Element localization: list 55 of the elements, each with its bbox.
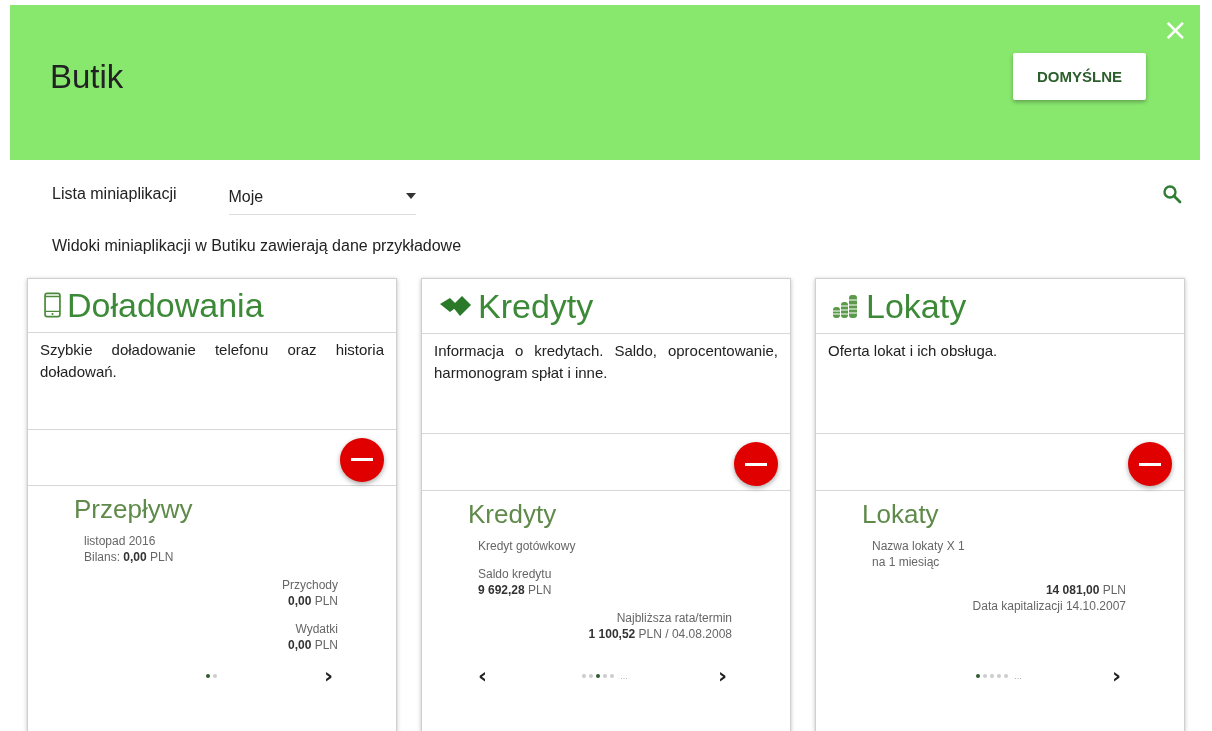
card-title: Kredyty: [478, 286, 594, 326]
page-title: Butik: [50, 57, 124, 96]
preview-text: Najbliższa rata/termin: [615, 610, 732, 626]
more-text: ...: [1014, 671, 1022, 681]
remove-button[interactable]: [734, 442, 778, 486]
search-icon[interactable]: [1162, 183, 1182, 204]
preview-text: Przychody: [280, 577, 338, 593]
page-dot[interactable]: [1004, 674, 1009, 678]
page-dot[interactable]: [582, 674, 587, 678]
next-arrow[interactable]: ›: [1112, 665, 1126, 687]
page-dot[interactable]: [610, 674, 615, 678]
card-description: Szybkie doładowanie telefonu oraz historia doładowań.: [28, 332, 396, 431]
preview-text: Wydatki: [294, 621, 338, 637]
page-dot[interactable]: [983, 674, 988, 678]
card-title: Doładowania: [67, 285, 264, 325]
preview-text: Saldo kredytu: [478, 566, 553, 582]
app-list-dropdown[interactable]: Moje: [228, 178, 416, 215]
page-dot[interactable]: [603, 674, 608, 678]
card-title: Lokaty: [866, 286, 967, 326]
page-dot[interactable]: [596, 674, 601, 678]
page-dot[interactable]: [990, 674, 995, 678]
filter-label: Lista miniaplikacji: [52, 184, 177, 203]
page-dot[interactable]: [212, 674, 217, 678]
notice-text: Widoki miniaplikacji w Butiku zawierają dane przykładowe: [52, 237, 463, 255]
phone-icon: [44, 292, 61, 319]
more-text: ...: [620, 671, 628, 681]
preview-text: 0,00 PLN: [286, 637, 338, 653]
preview-text: na 1 miesiąc: [872, 554, 941, 570]
page-dot[interactable]: [205, 674, 210, 678]
caret-icon: [405, 193, 416, 199]
page-dot[interactable]: [589, 674, 594, 678]
card-description: Oferta lokat i ich obsługa.: [816, 334, 1184, 434]
remove-button[interactable]: [340, 437, 384, 482]
page-dot[interactable]: [976, 674, 981, 678]
coins-icon: [832, 293, 860, 319]
remove-button[interactable]: [1128, 442, 1172, 486]
next-arrow[interactable]: ›: [324, 665, 338, 687]
preview-text: Bilans: 0,00 PLN: [84, 549, 175, 565]
card-description: Informacja o kredytach. Saldo, oprocentowanie, harmonogram spłat i inne.: [422, 334, 790, 434]
preview-text: Kredyt gotówkowy: [478, 538, 577, 554]
preview-text: 0,00 PLN: [286, 593, 338, 609]
page-dot[interactable]: [997, 674, 1002, 678]
preview-text: Data kapitalizacji 14.10.2007: [971, 598, 1126, 614]
default-button[interactable]: DOMYŚLNE: [1013, 53, 1146, 100]
preview-text: 14 081,00 PLN: [1044, 582, 1126, 598]
preview-title: Kredyty: [468, 499, 558, 530]
preview-title: Przepływy: [74, 494, 194, 525]
banknote-icon: [438, 294, 472, 318]
next-arrow[interactable]: ›: [718, 665, 732, 687]
preview-text: 1 100,52 PLN / 04.08.2008: [587, 626, 732, 642]
preview-text: 9 692,28 PLN: [478, 582, 553, 598]
preview-text: Nazwa lokaty X 1: [872, 538, 966, 554]
preview-text: listopad 2016: [84, 533, 157, 549]
previous-arrow[interactable]: ‹: [478, 665, 492, 687]
preview-title: Lokaty: [862, 499, 940, 530]
